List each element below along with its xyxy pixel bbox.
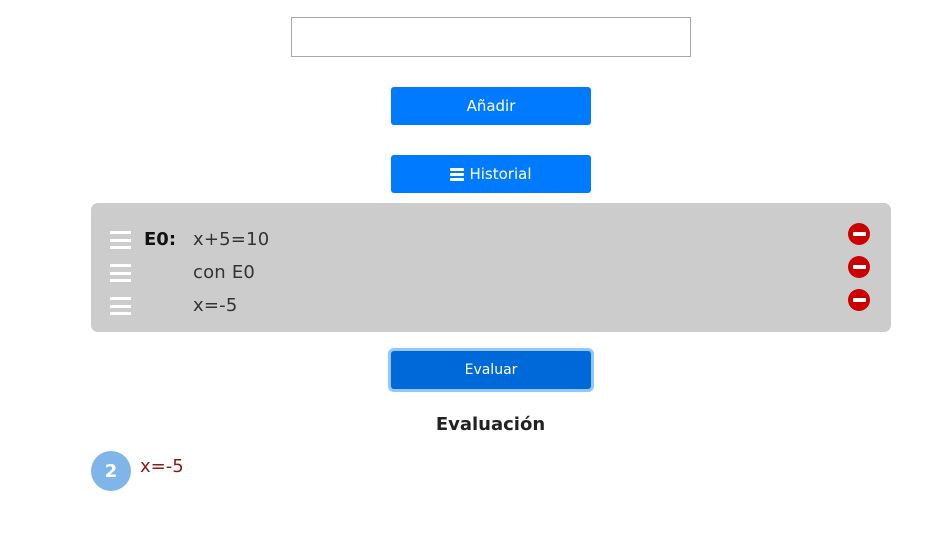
row-label: E0: bbox=[144, 229, 177, 250]
evaluate-button[interactable]: Evaluar bbox=[391, 351, 591, 389]
history-button[interactable]: Historial bbox=[391, 155, 591, 193]
bars-icon bbox=[450, 167, 465, 181]
drag-handle-icon[interactable] bbox=[110, 231, 131, 249]
add-button[interactable]: Añadir bbox=[391, 87, 591, 125]
add-button-label: Añadir bbox=[466, 97, 516, 115]
result-count-badge: 2 bbox=[91, 451, 131, 491]
row-expression: con E0 bbox=[193, 262, 256, 283]
remove-row-icon[interactable] bbox=[848, 289, 870, 311]
drag-handle-icon[interactable] bbox=[110, 297, 131, 315]
evaluation-heading: Evaluación bbox=[435, 414, 546, 435]
row-expression: x=-5 bbox=[193, 295, 238, 316]
history-row: con E0 bbox=[91, 256, 891, 289]
remove-row-icon[interactable] bbox=[848, 256, 870, 278]
evaluate-button-label: Evaluar bbox=[464, 362, 518, 378]
remove-row-icon[interactable] bbox=[848, 223, 870, 245]
evaluation-result: x=-5 bbox=[140, 456, 184, 477]
history-row: x=-5 bbox=[91, 289, 891, 322]
expression-input[interactable] bbox=[291, 17, 691, 57]
history-button-label: Historial bbox=[469, 165, 532, 183]
drag-handle-icon[interactable] bbox=[110, 264, 131, 282]
history-row: E0: x+5=10 bbox=[91, 223, 891, 256]
history-panel: E0: x+5=10 con E0 x=-5 bbox=[91, 203, 891, 332]
page: Añadir Historial E0: x+5=10 con E0 x=-5 … bbox=[0, 0, 947, 533]
row-expression: x+5=10 bbox=[193, 229, 270, 250]
